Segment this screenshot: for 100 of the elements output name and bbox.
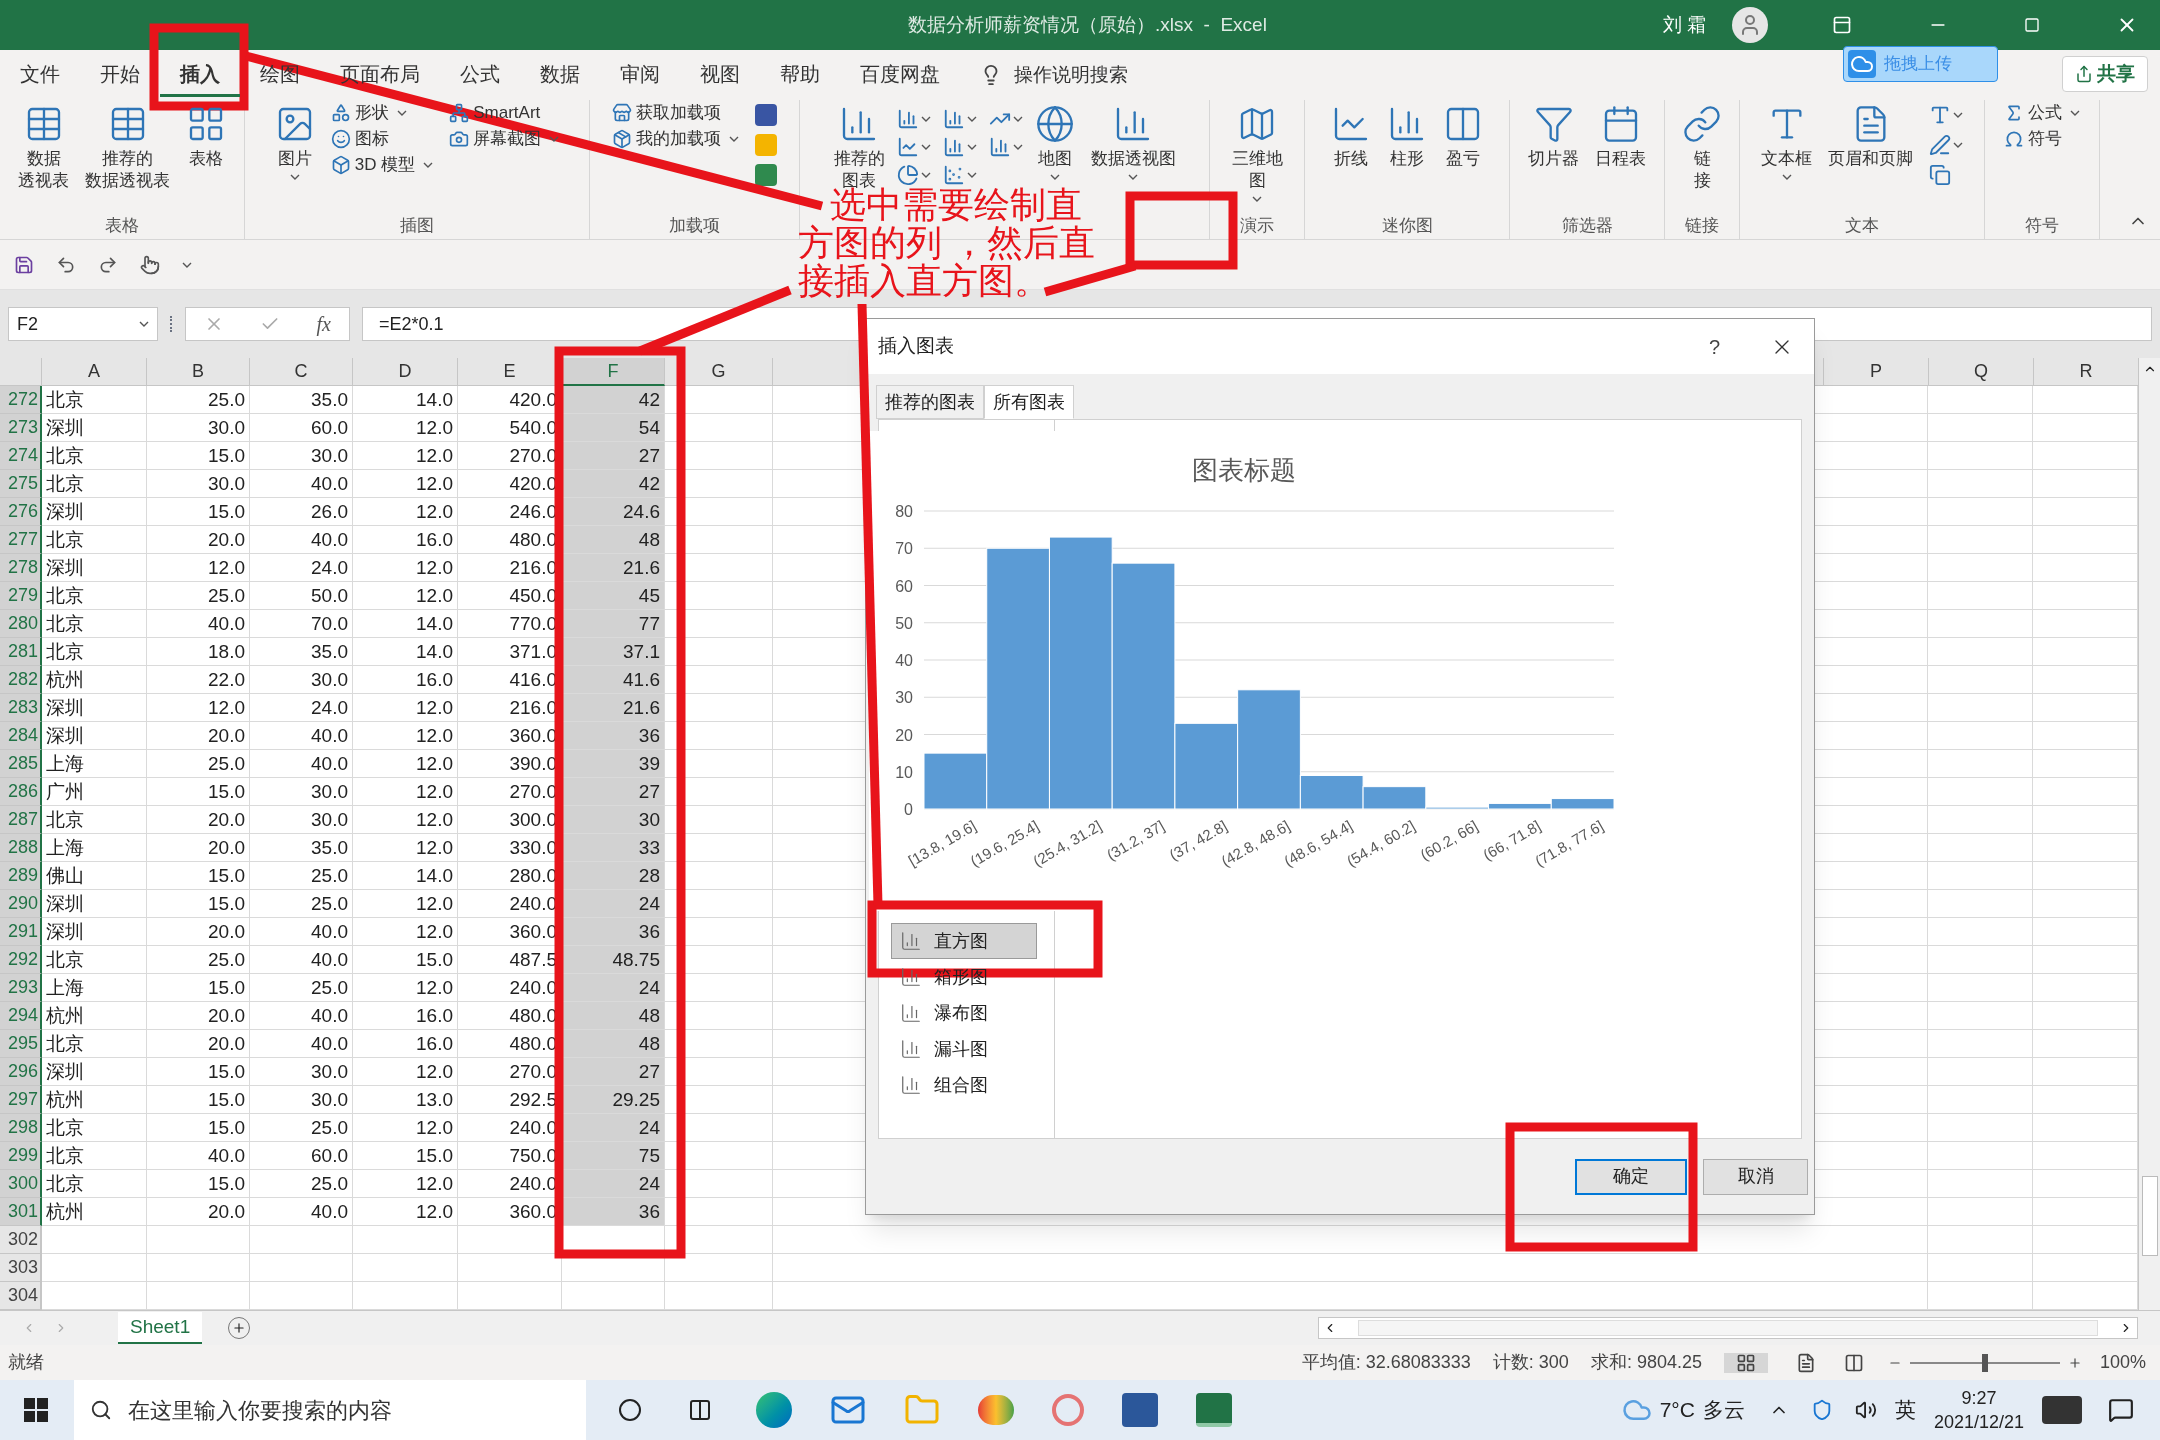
- status-text: 就绪: [8, 1351, 44, 1374]
- table-cell: 15.0: [147, 890, 250, 918]
- table-cell: 48.75: [562, 946, 665, 974]
- table-cell: 48: [562, 1030, 665, 1058]
- table-cell: 54: [562, 414, 665, 442]
- table-cell: 40.0: [250, 946, 353, 974]
- table-cell: 26.0: [250, 498, 353, 526]
- table-cell: 27: [562, 778, 665, 806]
- table-cell: 18.0: [147, 638, 250, 666]
- table-cell: 15.0: [147, 974, 250, 1002]
- average-readout: 平均值: 32.68083333: [1301, 1351, 1471, 1374]
- table-cell: 30.0: [250, 442, 353, 470]
- table-cell: 22.0: [147, 666, 250, 694]
- table-cell: 深圳: [42, 722, 147, 750]
- table-cell: 20.0: [147, 722, 250, 750]
- table-cell: 12.0: [353, 414, 458, 442]
- ribbon-group-label: 演示: [1240, 215, 1274, 237]
- table-cell: 15.0: [147, 778, 250, 806]
- table-cell: 20.0: [147, 806, 250, 834]
- axis-tick-label: 0: [904, 801, 913, 818]
- table-cell: 24: [562, 974, 665, 1002]
- ribbon-group-label: 表格: [105, 215, 139, 237]
- table-cell: 21.6: [562, 694, 665, 722]
- table-cell: 27: [562, 1058, 665, 1086]
- table-cell: 12.0: [353, 582, 458, 610]
- table-cell: 48: [562, 526, 665, 554]
- table-cell: 25.0: [147, 750, 250, 778]
- table-cell: 20.0: [147, 526, 250, 554]
- table-cell: 40.0: [250, 1198, 353, 1226]
- ribbon-group-label: 筛选器: [1561, 215, 1613, 237]
- count-readout: 计数: 300: [1492, 1351, 1569, 1374]
- table-cell: 15.0: [147, 498, 250, 526]
- table-cell: 30.0: [250, 806, 353, 834]
- table-cell: 50.0: [250, 582, 353, 610]
- table-cell: 42: [562, 386, 665, 414]
- axis-tick-label: 10: [895, 763, 913, 781]
- table-cell: 25.0: [147, 582, 250, 610]
- ribbon-group-label: 链接: [1685, 215, 1719, 237]
- table-cell: 13.0: [353, 1086, 458, 1114]
- table-cell: 15.0: [353, 1142, 458, 1170]
- table-cell: 20.0: [147, 1030, 250, 1058]
- table-cell: 77: [562, 610, 665, 638]
- table-cell: 14.0: [353, 610, 458, 638]
- axis-tick-label: 40: [895, 652, 913, 669]
- table-cell: 14.0: [353, 862, 458, 890]
- table-cell: 20.0: [147, 1198, 250, 1226]
- table-cell: 35.0: [250, 386, 353, 414]
- table-cell: 30.0: [147, 470, 250, 498]
- table-cell: 杭州: [42, 1086, 147, 1114]
- table-cell: 36: [562, 722, 665, 750]
- table-cell: 上海: [42, 974, 147, 1002]
- table-cell: 37.1: [562, 638, 665, 666]
- table-cell: 12.0: [147, 694, 250, 722]
- axis-tick-label: 50: [895, 614, 913, 632]
- table-cell: 12.0: [353, 1114, 458, 1142]
- table-cell: 14.0: [353, 638, 458, 666]
- table-cell: 25.0: [147, 386, 250, 414]
- ribbon-group-label: 符号: [2025, 215, 2059, 237]
- table-cell: 35.0: [250, 638, 353, 666]
- table-cell: 12.0: [147, 554, 250, 582]
- table-cell: 12.0: [353, 722, 458, 750]
- table-cell: 25.0: [250, 862, 353, 890]
- table-cell: 杭州: [42, 1198, 147, 1226]
- table-cell: 14.0: [353, 386, 458, 414]
- table-cell: 15.0: [147, 1114, 250, 1142]
- table-cell: 30: [562, 806, 665, 834]
- table-cell: 深圳: [42, 554, 147, 582]
- table-cell: 20.0: [147, 834, 250, 862]
- table-cell: 41.6: [562, 666, 665, 694]
- axis-tick-label: 70: [895, 540, 913, 558]
- axis-tick-label: 30: [895, 689, 913, 707]
- table-cell: 25.0: [147, 946, 250, 974]
- table-cell: 30.0: [250, 666, 353, 694]
- table-cell: 深圳: [42, 694, 147, 722]
- table-cell: 北京: [42, 610, 147, 638]
- sum-readout: 求和: 9804.25: [1590, 1351, 1702, 1374]
- table-cell: 杭州: [42, 666, 147, 694]
- table-cell: 36: [562, 1198, 665, 1226]
- table-cell: 25.0: [250, 1170, 353, 1198]
- table-cell: 30.0: [250, 1058, 353, 1086]
- table-cell: 36: [562, 918, 665, 946]
- table-cell: 29.25: [562, 1086, 665, 1114]
- table-cell: 40.0: [250, 722, 353, 750]
- weather-text: 多云: [1702, 1397, 1745, 1424]
- table-cell: 40.0: [147, 610, 250, 638]
- table-cell: 12.0: [353, 470, 458, 498]
- table-cell: 40.0: [250, 526, 353, 554]
- table-cell: 佛山: [42, 862, 147, 890]
- ribbon-group-label: 加载项: [669, 215, 720, 237]
- user-name: 刘 霜: [1662, 12, 1706, 37]
- table-cell: 15.0: [147, 862, 250, 890]
- table-cell: 北京: [42, 946, 147, 974]
- clock-time: 9:27: [1961, 1387, 1997, 1410]
- table-cell: 20.0: [147, 918, 250, 946]
- table-cell: 北京: [42, 1030, 147, 1058]
- table-cell: 16.0: [353, 1002, 458, 1030]
- table-cell: 杭州: [42, 1002, 147, 1030]
- table-cell: 35.0: [250, 834, 353, 862]
- table-cell: 北京: [42, 470, 147, 498]
- temperature: 7°C: [1659, 1397, 1695, 1424]
